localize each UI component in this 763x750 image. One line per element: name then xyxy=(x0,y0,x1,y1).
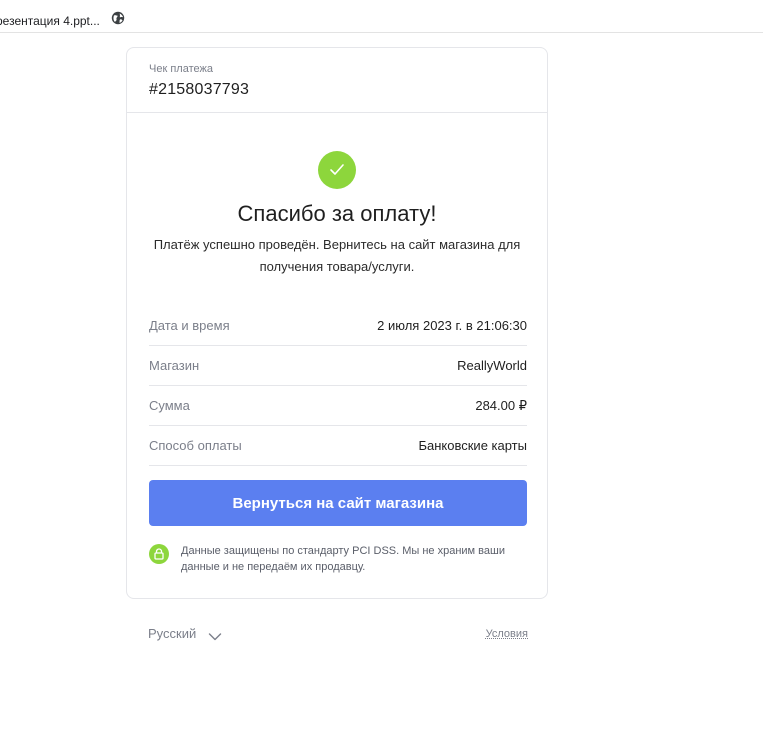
detail-row-payment-method: Способ оплаты Банковские карты xyxy=(149,427,527,466)
thanks-title: Спасибо за оплату! xyxy=(237,201,437,226)
detail-label: Магазин xyxy=(149,358,200,373)
security-note: Данные защищены по стандарту PCI DSS. Мы… xyxy=(149,542,527,582)
language-select[interactable]: Русский xyxy=(148,626,196,641)
receipt-header: Чек платежа #2158037793 xyxy=(127,48,547,113)
check-icon xyxy=(318,151,356,189)
detail-label: Сумма xyxy=(149,398,190,413)
payment-details: Дата и время 2 июля 2023 г. в 21:06:30 М… xyxy=(149,307,527,467)
detail-row-datetime: Дата и время 2 июля 2023 г. в 21:06:30 xyxy=(149,307,527,346)
detail-value: 284.00 ₽ xyxy=(475,398,527,413)
detail-label: Способ оплаты xyxy=(149,438,242,453)
detail-row-amount: Сумма 284.00 ₽ xyxy=(149,387,527,426)
browser-bookmarks-bar: резентация 4.ppt... xyxy=(0,0,763,33)
chevron-down-icon[interactable] xyxy=(208,629,222,647)
detail-value: 2 июля 2023 г. в 21:06:30 xyxy=(377,318,527,333)
detail-label: Дата и время xyxy=(149,318,230,333)
receipt-number: #2158037793 xyxy=(149,81,250,98)
bookmark-item[interactable]: резентация 4.ppt... xyxy=(0,14,100,28)
detail-value: ReallyWorld xyxy=(457,358,527,373)
payment-receipt-card: Чек платежа #2158037793 Спасибо за оплат… xyxy=(126,47,548,599)
language-label: Русский xyxy=(148,626,197,641)
detail-value: Банковские карты xyxy=(418,438,527,453)
return-to-shop-button[interactable]: Вернуться на сайт магазина xyxy=(149,480,527,526)
globe-icon[interactable] xyxy=(111,11,125,25)
detail-row-shop: Магазин ReallyWorld xyxy=(149,347,527,386)
security-text: Данные защищены по стандарту PCI DSS. Мы… xyxy=(181,545,505,573)
thanks-subtitle: Платёж успешно проведён. Вернитесь на са… xyxy=(153,237,521,274)
terms-link[interactable]: Условия xyxy=(486,628,528,640)
lock-icon xyxy=(149,544,169,564)
page-footer: Русский Условия xyxy=(148,626,528,646)
receipt-label: Чек платежа xyxy=(149,63,213,75)
